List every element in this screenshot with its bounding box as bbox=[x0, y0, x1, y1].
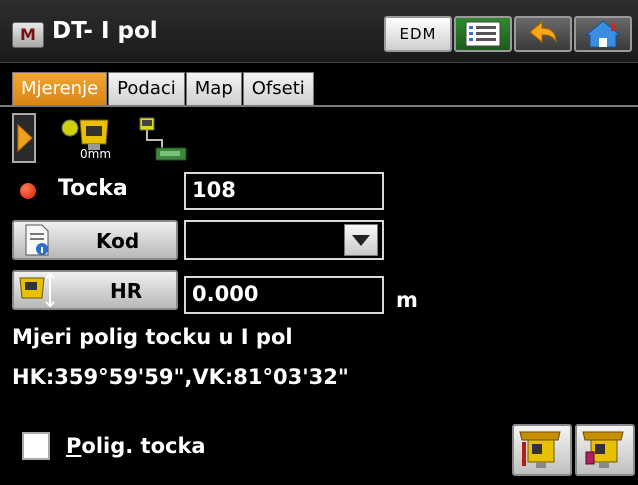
tab-bar: Mjerenje Podaci Map Ofseti bbox=[12, 72, 315, 106]
connection-icon[interactable] bbox=[134, 116, 192, 164]
tab-mjerenje[interactable]: Mjerenje bbox=[12, 72, 108, 106]
tab-ofseti[interactable]: Ofseti bbox=[242, 72, 314, 106]
hr-button[interactable]: HR bbox=[12, 270, 178, 310]
polygon-point-label-hotkey: P bbox=[66, 434, 82, 458]
code-document-icon bbox=[25, 224, 49, 256]
measure-store-button[interactable] bbox=[512, 424, 572, 476]
expand-arrow-icon bbox=[17, 123, 33, 153]
tab-divider bbox=[0, 105, 638, 107]
code-button[interactable]: Kod bbox=[12, 220, 178, 260]
angle-readout: HK:359°59'59",VK:81°03'32" bbox=[12, 365, 349, 389]
instrument-height-input[interactable]: 0.000 bbox=[184, 276, 384, 314]
chevron-down-icon bbox=[352, 235, 370, 246]
expand-button[interactable] bbox=[12, 113, 36, 163]
point-number-input[interactable]: 108 bbox=[184, 172, 384, 210]
back-arrow-icon bbox=[529, 20, 557, 44]
polygon-point-label[interactable]: Polig. tocka bbox=[66, 434, 206, 458]
polygon-point-label-text: olig. tocka bbox=[81, 434, 206, 458]
measure-store-icon bbox=[519, 431, 561, 468]
point-label: Tocka bbox=[58, 176, 128, 201]
back-button[interactable] bbox=[514, 16, 572, 52]
height-unit: m bbox=[396, 288, 418, 312]
home-button[interactable] bbox=[574, 16, 632, 52]
instrument-height-icon bbox=[19, 272, 55, 308]
edm-button[interactable]: EDM bbox=[384, 16, 452, 52]
code-label: Kod bbox=[96, 229, 140, 253]
polygon-point-checkbox[interactable] bbox=[22, 432, 50, 460]
app-icon[interactable]: M bbox=[12, 22, 44, 48]
window-title: DT- I pol bbox=[52, 18, 158, 44]
measure-icon bbox=[582, 431, 624, 468]
instruction-message: Mjeri polig tocku u I pol bbox=[12, 325, 293, 349]
hr-label: HR bbox=[110, 279, 143, 303]
tab-podaci[interactable]: Podaci bbox=[108, 72, 185, 106]
measure-button[interactable] bbox=[575, 424, 635, 476]
list-icon bbox=[465, 21, 501, 47]
instrument-offset: 0mm bbox=[80, 147, 112, 161]
tab-map[interactable]: Map bbox=[185, 72, 242, 106]
point-status-indicator bbox=[20, 183, 36, 199]
list-button[interactable] bbox=[454, 16, 512, 52]
dropdown-button[interactable] bbox=[344, 224, 378, 256]
home-icon bbox=[584, 20, 622, 48]
title-bar: M DT- I pol EDM bbox=[0, 0, 638, 63]
